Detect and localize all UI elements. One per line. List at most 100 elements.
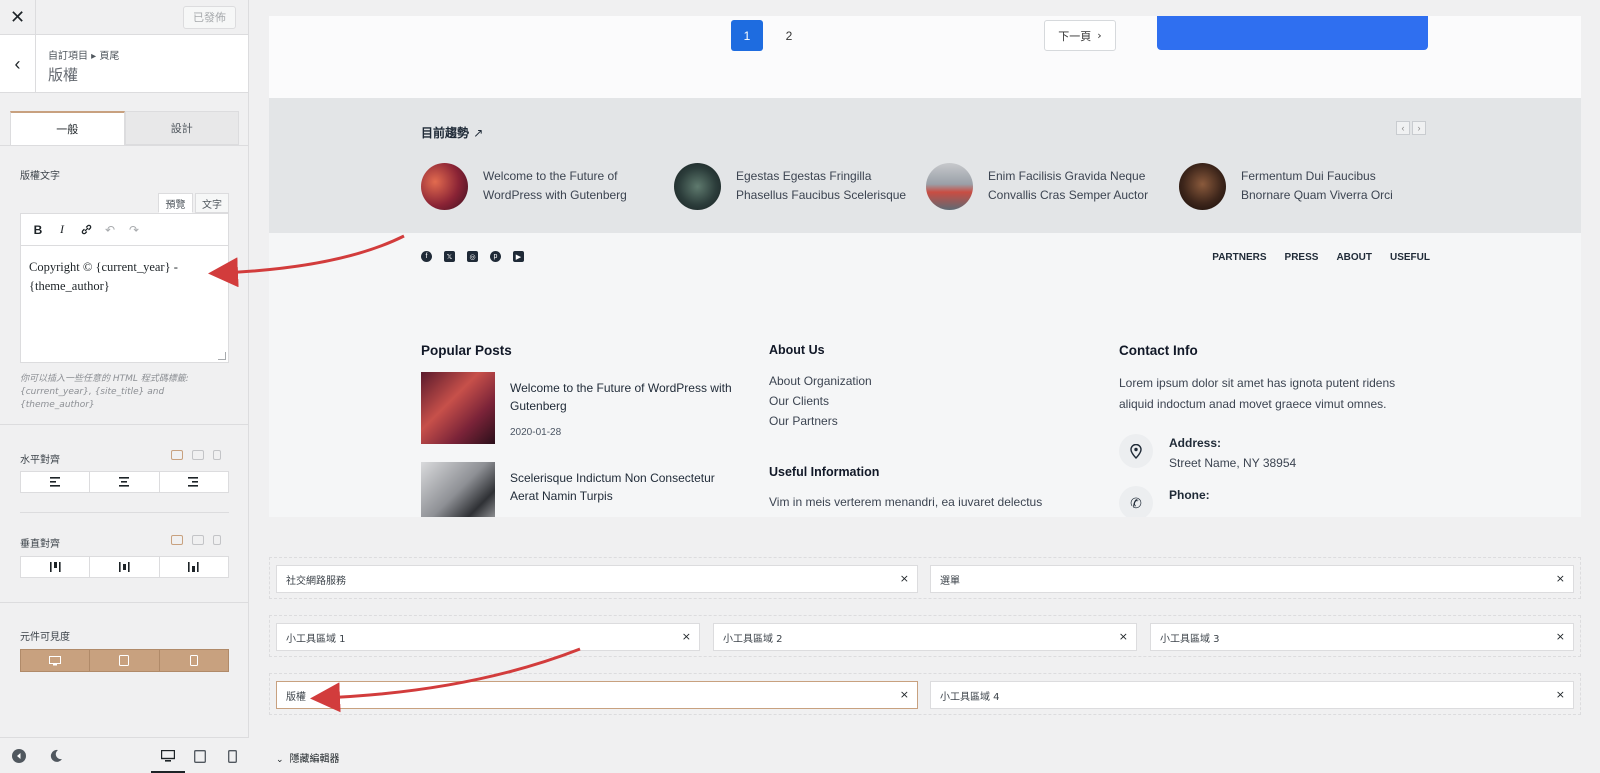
mobile-visible-icon[interactable] bbox=[160, 650, 228, 671]
trending-item-title: Egestas Egestas Fringilla Phasellus Fauci… bbox=[736, 169, 907, 202]
builder-widget-area-3[interactable]: 小工具區域 3 × bbox=[1150, 623, 1574, 651]
trending-item[interactable]: Egestas Egestas Fringilla Phasellus Fauci… bbox=[674, 163, 914, 213]
trending-icon: ↗ bbox=[473, 126, 484, 140]
builder-widget-menu[interactable]: 選單 × bbox=[930, 565, 1574, 593]
align-center-icon[interactable] bbox=[90, 472, 160, 492]
post-title[interactable]: Scelerisque Indictum Non Consectetur Aer… bbox=[510, 469, 740, 505]
remove-icon[interactable]: × bbox=[1556, 688, 1565, 701]
popular-post[interactable]: Welcome to the Future of WordPress with … bbox=[421, 372, 741, 446]
close-icon[interactable]: ✕ bbox=[0, 0, 36, 35]
back-icon[interactable]: ‹ bbox=[0, 35, 36, 93]
resize-handle-icon[interactable] bbox=[218, 352, 226, 360]
popular-post[interactable]: Scelerisque Indictum Non Consectetur Aer… bbox=[421, 462, 741, 517]
sidebar-button[interactable] bbox=[1157, 16, 1428, 50]
trending-item[interactable]: Enim Facilisis Gravida Neque Convallis Cr… bbox=[926, 163, 1166, 213]
footer-menu-item[interactable]: ABOUT bbox=[1336, 252, 1372, 263]
tablet-visible-icon[interactable] bbox=[90, 650, 160, 671]
instagram-icon[interactable]: ◎ bbox=[467, 251, 478, 262]
builder-widget-area-4[interactable]: 小工具區域 4 × bbox=[930, 681, 1574, 709]
trending-item-title: Fermentum Dui Faucibus Bnornare Quam Vive… bbox=[1241, 169, 1393, 202]
chevron-right-icon[interactable]: › bbox=[1412, 121, 1426, 135]
desktop-preview-icon[interactable] bbox=[160, 748, 176, 764]
trending-item[interactable]: Welcome to the Future of WordPress with G… bbox=[421, 163, 661, 213]
horizontal-align-group bbox=[20, 471, 229, 493]
trending-title: 目前趨勢 ↗ bbox=[421, 126, 484, 140]
customizer-panel: ✕ 已發佈 ‹ 自訂項目 ▸ 頁尾 版權 一般 設計 版權文字 預覽 文字 B … bbox=[0, 0, 249, 773]
publish-button[interactable]: 已發佈 bbox=[183, 6, 236, 29]
builder-widget-social[interactable]: 社交網路服務 × bbox=[276, 565, 918, 593]
remove-icon[interactable]: × bbox=[1556, 630, 1565, 643]
trending-thumbnail bbox=[926, 163, 973, 210]
breadcrumb: 自訂項目 ▸ 頁尾 bbox=[48, 51, 120, 62]
dark-mode-icon[interactable] bbox=[48, 748, 64, 764]
post-title[interactable]: Welcome to the Future of WordPress with … bbox=[510, 379, 740, 415]
device-switcher bbox=[171, 535, 221, 545]
align-middle-icon[interactable] bbox=[90, 557, 160, 577]
undo-icon[interactable]: ↶ bbox=[101, 221, 119, 239]
trending-item-title: Enim Facilisis Gravida Neque Convallis Cr… bbox=[988, 169, 1149, 202]
footer-menu-item[interactable]: PRESS bbox=[1285, 252, 1319, 263]
remove-icon[interactable]: × bbox=[1119, 630, 1128, 643]
builder-widget-copyright[interactable]: 版權 × bbox=[276, 681, 918, 709]
link-icon[interactable] bbox=[77, 221, 95, 239]
x-icon[interactable]: 𝕏 bbox=[444, 251, 455, 262]
phone-label: Phone: bbox=[1169, 488, 1210, 502]
footer-menu-item[interactable]: USEFUL bbox=[1390, 252, 1430, 263]
hide-editor-toggle[interactable]: ⌄ 隱藏編輯器 bbox=[276, 750, 340, 765]
panel-tabs: 一般 設計 bbox=[10, 111, 239, 145]
redo-icon[interactable]: ↷ bbox=[125, 221, 143, 239]
align-right-icon[interactable] bbox=[160, 472, 228, 492]
align-top-icon[interactable] bbox=[21, 557, 91, 577]
align-left-icon[interactable] bbox=[21, 472, 91, 492]
trending-thumbnail bbox=[674, 163, 721, 210]
about-link[interactable]: About Organization bbox=[769, 374, 872, 388]
tab-general[interactable]: 一般 bbox=[10, 111, 125, 145]
tablet-preview-icon[interactable] bbox=[192, 748, 208, 764]
desktop-visible-icon[interactable] bbox=[21, 650, 91, 671]
chevron-down-icon: ⌄ bbox=[276, 755, 284, 765]
next-page-button[interactable]: 下一頁 › bbox=[1044, 20, 1116, 51]
chevron-left-icon[interactable]: ‹ bbox=[1396, 121, 1410, 135]
tablet-icon[interactable] bbox=[192, 535, 204, 545]
remove-icon[interactable]: × bbox=[900, 572, 909, 585]
vertical-align-label: 垂直對齊 bbox=[20, 539, 60, 550]
mobile-icon[interactable] bbox=[213, 450, 221, 460]
desktop-icon[interactable] bbox=[171, 535, 183, 545]
divider bbox=[20, 512, 229, 513]
builder-widget-area-1[interactable]: 小工具區域 1 × bbox=[276, 623, 700, 651]
phone-icon: ✆ bbox=[1119, 486, 1153, 517]
mobile-icon[interactable] bbox=[213, 535, 221, 545]
panel-footer bbox=[0, 737, 249, 773]
post-thumbnail bbox=[421, 462, 495, 517]
collapse-icon[interactable] bbox=[11, 748, 27, 764]
about-link[interactable]: Our Partners bbox=[769, 414, 838, 428]
page-2-button[interactable]: 2 bbox=[773, 20, 805, 51]
page-1-button[interactable]: 1 bbox=[731, 20, 763, 51]
trending-item-title: Welcome to the Future of WordPress with G… bbox=[483, 169, 627, 202]
section-title: 版權 bbox=[48, 66, 79, 84]
remove-icon[interactable]: × bbox=[682, 630, 691, 643]
italic-icon[interactable]: I bbox=[53, 221, 71, 239]
about-link[interactable]: Our Clients bbox=[769, 394, 829, 408]
remove-icon[interactable]: × bbox=[900, 688, 909, 701]
align-bottom-icon[interactable] bbox=[160, 557, 228, 577]
contact-text: Lorem ipsum dolor sit amet has ignota pu… bbox=[1119, 376, 1396, 411]
youtube-icon[interactable]: ▶ bbox=[513, 251, 524, 262]
chevron-right-icon: › bbox=[1097, 29, 1102, 42]
tab-text[interactable]: 文字 bbox=[195, 193, 229, 213]
trending-thumbnail bbox=[421, 163, 468, 210]
tab-design[interactable]: 設計 bbox=[124, 111, 239, 145]
panel-topbar: ✕ 已發佈 bbox=[0, 0, 248, 35]
tab-visual[interactable]: 預覽 bbox=[158, 193, 193, 213]
footer-menu-item[interactable]: PARTNERS bbox=[1212, 252, 1266, 263]
pinterest-icon[interactable]: p bbox=[490, 251, 501, 262]
editor-content[interactable]: Copyright © {current_year} - {theme_auth… bbox=[21, 246, 228, 308]
facebook-icon[interactable]: f bbox=[421, 251, 432, 262]
desktop-icon[interactable] bbox=[171, 450, 183, 460]
bold-icon[interactable]: B bbox=[29, 221, 47, 239]
builder-widget-area-2[interactable]: 小工具區域 2 × bbox=[713, 623, 1137, 651]
mobile-preview-icon[interactable] bbox=[224, 748, 240, 764]
tablet-icon[interactable] bbox=[192, 450, 204, 460]
trending-item[interactable]: Fermentum Dui Faucibus Bnornare Quam Vive… bbox=[1179, 163, 1419, 213]
remove-icon[interactable]: × bbox=[1556, 572, 1565, 585]
